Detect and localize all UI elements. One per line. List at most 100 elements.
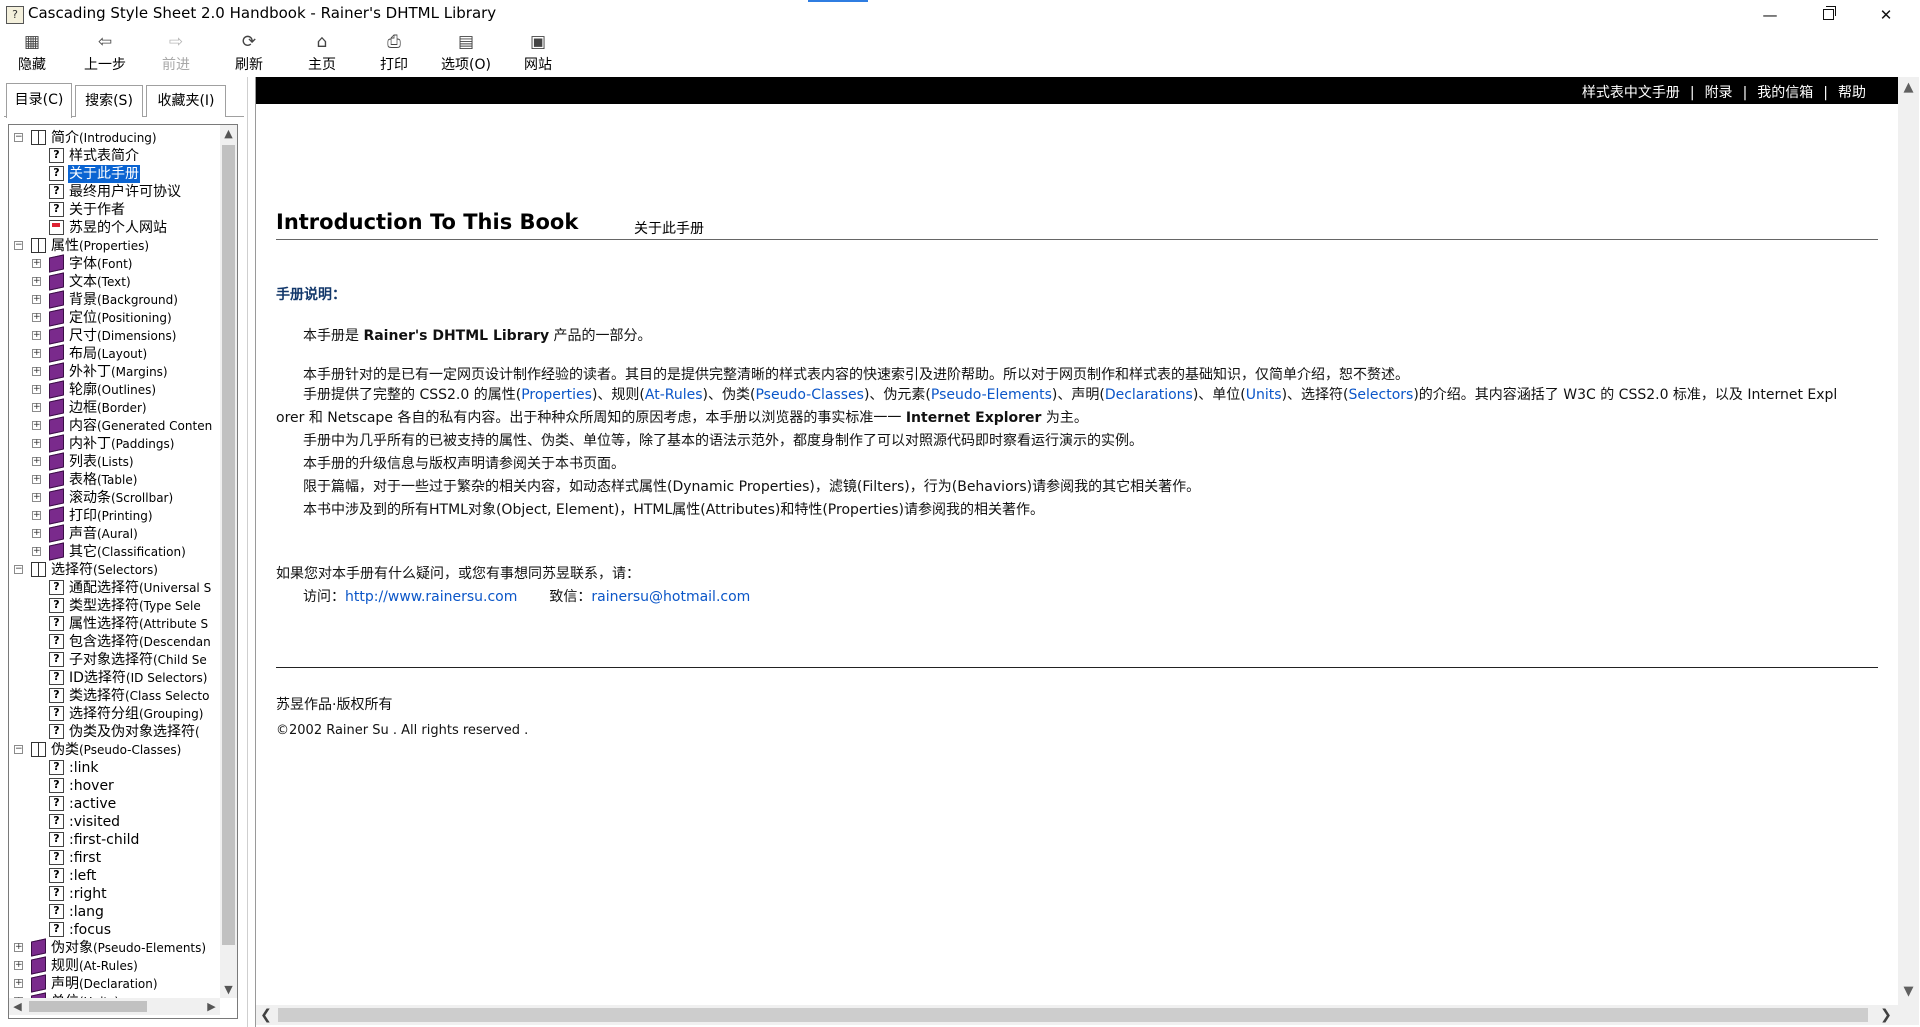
help-book-icon[interactable]: ? — [6, 6, 24, 24]
tree-item[interactable]: + 背景(Background) — [9, 290, 219, 309]
expand-icon[interactable]: + — [32, 547, 41, 556]
expand-icon[interactable]: + — [32, 367, 41, 376]
tree-horizontal-scrollbar[interactable]: ◀ ▶ — [9, 998, 220, 1015]
tree-item[interactable]: ? 关于此手册 — [9, 165, 219, 183]
expand-icon[interactable]: + — [32, 313, 41, 322]
tree-item[interactable]: + 边框(Border) — [9, 398, 219, 417]
tree-item[interactable]: ? 类型选择符(Type Sele — [9, 597, 219, 615]
tree-item[interactable]: + 轮廓(Outlines) — [9, 380, 219, 399]
scroll-left-icon[interactable]: ◀ — [9, 998, 26, 1015]
link-appendix[interactable]: 附录 — [1705, 85, 1733, 101]
tree-item[interactable]: + 内容(Generated Conten — [9, 416, 219, 435]
expand-icon[interactable]: + — [32, 475, 41, 484]
tab-contents[interactable]: 目录(C) — [6, 83, 72, 118]
contents-tree[interactable]: − 简介(Introducing)? 样式表简介? 关于此手册? 最终用户许可协议? 关于… — [9, 125, 219, 998]
tree-item[interactable]: − 简介(Introducing) — [9, 129, 219, 147]
tree-item[interactable]: ? 属性选择符(Attribute S — [9, 615, 219, 633]
minimize-button[interactable]: — — [1741, 0, 1799, 29]
expand-icon[interactable]: + — [32, 385, 41, 394]
content-vertical-scrollbar[interactable]: ▲ ▼ — [1898, 77, 1919, 1005]
restore-button[interactable] — [1799, 0, 1857, 29]
tree-item[interactable]: ?:hover — [9, 777, 219, 795]
email-link[interactable]: rainersu@hotmail.com — [591, 589, 750, 605]
expand-icon[interactable]: + — [32, 259, 41, 268]
content-horizontal-scroll-thumb[interactable] — [278, 1008, 1868, 1022]
tree-item[interactable]: ?:first-child — [9, 831, 219, 849]
tree-vertical-scroll-thumb[interactable] — [222, 145, 235, 945]
tree-item[interactable]: + 列表(Lists) — [9, 452, 219, 471]
tree-item[interactable]: + 伪对象(Pseudo-Elements) — [9, 938, 219, 957]
tree-item[interactable]: + 规则(At-Rules) — [9, 956, 219, 975]
tree-item[interactable]: ?:active — [9, 795, 219, 813]
tree-item[interactable]: + 外补丁(Margins) — [9, 362, 219, 381]
tree-item[interactable]: ? 包含选择符(Descendan — [9, 633, 219, 651]
collapse-icon[interactable]: − — [14, 565, 23, 574]
content-horizontal-scrollbar[interactable]: ❮ ❯ — [256, 1005, 1919, 1025]
tree-vertical-scrollbar[interactable]: ▲ ▼ — [220, 125, 237, 998]
tree-item[interactable]: + 声音(Aural) — [9, 524, 219, 543]
expand-icon[interactable]: + — [32, 529, 41, 538]
close-button[interactable]: ✕ — [1857, 0, 1915, 29]
home-button[interactable]: ⌂ 主页 — [308, 31, 336, 75]
print-button[interactable]: ⎙ 打印 — [380, 31, 408, 75]
refresh-button[interactable]: ⟳ 刷新 — [235, 31, 263, 75]
tab-search[interactable]: 搜索(S) — [75, 85, 143, 117]
tree-item[interactable]: + 其它(Classification) — [9, 542, 219, 561]
tree-item[interactable]: ? 类选择符(Class Selecto — [9, 687, 219, 705]
expand-icon[interactable]: + — [32, 403, 41, 412]
tree-item[interactable]: ? 子对象选择符(Child Se — [9, 651, 219, 669]
tree-item[interactable]: − 伪类(Pseudo-Classes) — [9, 741, 219, 759]
link-help[interactable]: 帮助 — [1838, 85, 1866, 101]
tree-item[interactable]: ?:first — [9, 849, 219, 867]
tab-favorites[interactable]: 收藏夹(I) — [146, 85, 226, 117]
tree-item[interactable]: + 字体(Font) — [9, 254, 219, 273]
expand-icon[interactable]: + — [32, 493, 41, 502]
tree-item[interactable]: + 定位(Positioning) — [9, 308, 219, 327]
tree-item[interactable]: ?:right — [9, 885, 219, 903]
tree-item[interactable]: + 文本(Text) — [9, 272, 219, 291]
tree-item[interactable]: ? 通配选择符(Universal S — [9, 579, 219, 597]
expand-icon[interactable]: + — [14, 961, 23, 970]
tree-item[interactable]: ? 样式表简介 — [9, 147, 219, 165]
link-pseudo-elements[interactable]: Pseudo-Elements — [931, 387, 1052, 403]
tree-item[interactable]: + 打印(Printing) — [9, 506, 219, 525]
tree-item[interactable]: + 滚动条(Scrollbar) — [9, 488, 219, 507]
tree-horizontal-scroll-thumb[interactable] — [29, 1001, 147, 1012]
link-declarations[interactable]: Declarations — [1105, 387, 1193, 403]
link-selectors[interactable]: Selectors — [1349, 387, 1414, 403]
link-at-rules[interactable]: At-Rules — [645, 387, 703, 403]
scroll-up-icon[interactable]: ▲ — [1898, 79, 1919, 97]
tree-item[interactable]: ?:link — [9, 759, 219, 777]
link-units[interactable]: Units — [1246, 387, 1282, 403]
options-button[interactable]: ▤ 选项(O) — [441, 31, 491, 75]
expand-icon[interactable]: + — [32, 277, 41, 286]
collapse-icon[interactable]: − — [14, 133, 23, 142]
tree-item[interactable]: ? 选择符分组(Grouping) — [9, 705, 219, 723]
tree-item[interactable]: + 尺寸(Dimensions) — [9, 326, 219, 345]
tree-item[interactable]: 苏昱的个人网站 — [9, 219, 219, 237]
expand-icon[interactable]: + — [32, 349, 41, 358]
tree-item[interactable]: ?:left — [9, 867, 219, 885]
expand-icon[interactable]: + — [32, 457, 41, 466]
tree-item[interactable]: + 内补丁(Paddings) — [9, 434, 219, 453]
tree-item[interactable]: ? 最终用户许可协议 — [9, 183, 219, 201]
expand-icon[interactable]: + — [14, 943, 23, 952]
scroll-up-icon[interactable]: ▲ — [220, 125, 237, 142]
tree-item[interactable]: − 属性(Properties) — [9, 237, 219, 255]
expand-icon[interactable]: + — [32, 511, 41, 520]
link-pseudo-classes[interactable]: Pseudo-Classes — [755, 387, 863, 403]
tree-item[interactable]: ?:visited — [9, 813, 219, 831]
link-properties[interactable]: Properties — [521, 387, 592, 403]
website-button[interactable]: ▣ 网站 — [524, 31, 552, 75]
tree-item[interactable]: − 选择符(Selectors) — [9, 561, 219, 579]
tree-item[interactable]: ? 关于作者 — [9, 201, 219, 219]
scroll-left-icon[interactable]: ❮ — [256, 1005, 276, 1025]
back-button[interactable]: ⇦ 上一步 — [84, 31, 126, 75]
tree-item[interactable]: + 声明(Declaration) — [9, 974, 219, 993]
tree-item[interactable]: + 布局(Layout) — [9, 344, 219, 363]
tree-item[interactable]: + 表格(Table) — [9, 470, 219, 489]
tree-item[interactable]: ?:focus — [9, 921, 219, 939]
expand-icon[interactable]: + — [32, 439, 41, 448]
scroll-right-icon[interactable]: ❯ — [1876, 1005, 1896, 1025]
scroll-right-icon[interactable]: ▶ — [203, 998, 220, 1015]
